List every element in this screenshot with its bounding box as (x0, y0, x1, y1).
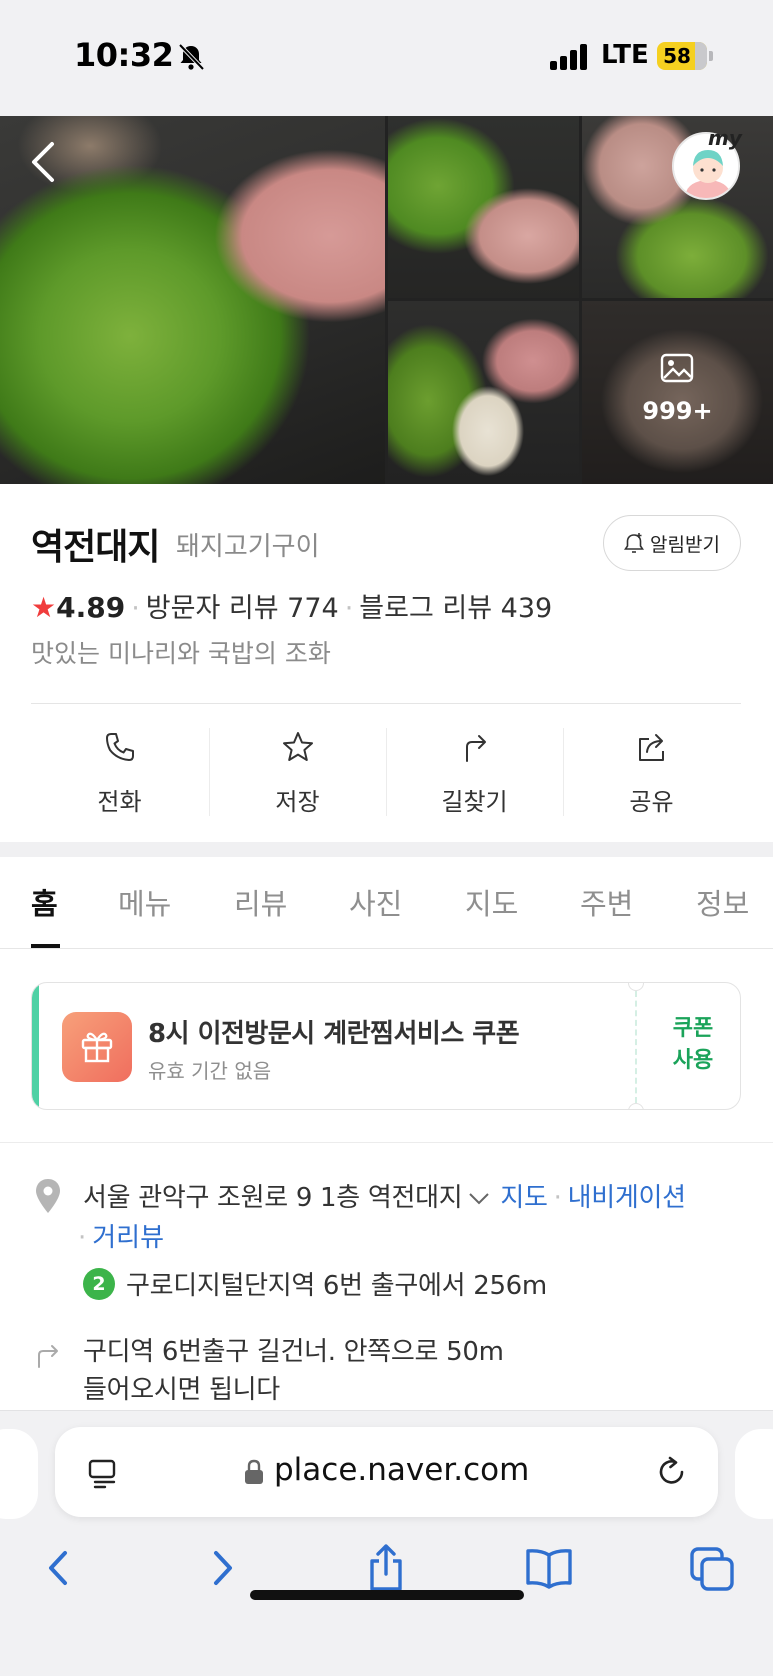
location-pin-icon (36, 1179, 60, 1213)
forward-icon[interactable] (198, 1543, 248, 1593)
tab-nearby[interactable]: 주변 (580, 881, 633, 923)
rating-row: ★4.89 · 방문자 리뷰 774 · 블로그 리뷰 439 (31, 586, 552, 625)
coupon-title: 8시 이전방문시 계란찜서비스 쿠폰 (148, 1019, 520, 1049)
place-tagline: 맛있는 미나리와 국밥의 조화 (31, 639, 331, 668)
street-view-link[interactable]: 거리뷰 (92, 1223, 164, 1253)
directions-line: 구디역 6번출구 길건너. 안쪽으로 50m (83, 1337, 504, 1367)
bell-off-icon (178, 43, 205, 71)
share-label: 공유 (629, 788, 674, 816)
url-text: place.naver.com (274, 1452, 530, 1488)
network-label: LTE (601, 40, 649, 70)
separator-dot: · (344, 593, 354, 624)
status-bar: 10:32 LTE 58 (0, 0, 773, 116)
notify-label: 알림받기 (650, 534, 720, 556)
map-link[interactable]: 지도 (500, 1183, 548, 1213)
photo-thumbnail[interactable] (582, 116, 773, 298)
share-icon (639, 734, 664, 761)
coupon-validity: 유효 기간 없음 (148, 1059, 272, 1083)
address-text: 서울 관악구 조원로 9 1층 역전대지 (83, 1183, 463, 1213)
active-tab-indicator (31, 944, 60, 948)
call-button[interactable]: 전화 (31, 704, 208, 824)
back-icon[interactable] (33, 1543, 83, 1593)
tab-photos[interactable]: 사진 (349, 881, 402, 923)
phone-icon (106, 733, 134, 761)
navigation-link[interactable]: 내비게이션 (568, 1183, 686, 1213)
tab-home[interactable]: 홈 (31, 881, 58, 923)
call-label: 전화 (97, 788, 142, 816)
tabs-icon[interactable] (688, 1543, 738, 1593)
lock-icon (245, 1459, 263, 1484)
previous-tab-preview[interactable] (0, 1429, 38, 1519)
more-photos-button[interactable]: 999+ (582, 301, 773, 484)
gift-icon (81, 1032, 113, 1063)
battery-nub (709, 51, 713, 61)
subway-info: 구로디지털단지역 6번 출구에서 256m (126, 1271, 547, 1301)
coupon-card[interactable]: 8시 이전방문시 계란찜서비스 쿠폰 유효 기간 없음 쿠폰 사용 (31, 982, 741, 1110)
reader-icon[interactable] (87, 1457, 119, 1489)
save-label: 저장 (275, 788, 320, 816)
next-tab-preview[interactable] (735, 1429, 773, 1519)
separator-dot: · (131, 593, 140, 624)
coupon-icon-tile (62, 1012, 132, 1082)
coupon-accent-bar (32, 983, 39, 1109)
coupon-dashed-divider (635, 991, 637, 1103)
place-name: 역전대지 (31, 527, 160, 568)
photo-thumbnail[interactable] (388, 301, 579, 484)
separator-dot: · (78, 1223, 87, 1253)
directions-button[interactable]: 길찾기 (386, 704, 563, 824)
back-arrow-icon[interactable] (28, 140, 58, 184)
photo-grid: 999+ (0, 116, 773, 484)
subway-line-badge: 2 (83, 1268, 115, 1300)
share-icon[interactable] (361, 1543, 411, 1593)
status-time: 10:32 (74, 36, 174, 74)
divider (0, 1142, 773, 1143)
directions-line: 들어오시면 됩니다 (83, 1375, 280, 1405)
place-category: 돼지고기구이 (176, 532, 320, 562)
profile-badge: my (708, 126, 742, 150)
save-button[interactable]: 저장 (209, 704, 386, 824)
reload-icon[interactable] (655, 1455, 689, 1489)
blog-reviews-link[interactable]: 블로그 리뷰 439 (359, 593, 552, 624)
section-divider (0, 842, 773, 857)
directions-icon (466, 735, 486, 762)
coupon-use-label: 쿠폰 (672, 1016, 714, 1041)
browser-toolbar: place.naver.com (0, 1410, 773, 1676)
tab-info[interactable]: 정보 (696, 881, 749, 923)
address-bar[interactable]: place.naver.com (55, 1427, 718, 1517)
rating-value: 4.89 (56, 591, 126, 624)
battery-icon: 58 (657, 42, 707, 70)
photo-thumbnail[interactable] (388, 116, 579, 298)
coupon-notch (628, 1103, 644, 1109)
star-icon (283, 732, 313, 761)
tab-map[interactable]: 지도 (465, 881, 518, 923)
battery-level: 58 (663, 44, 691, 68)
notify-button[interactable]: 알림받기 (603, 515, 741, 571)
photo-count: 999+ (642, 397, 713, 425)
directions-icon (38, 1345, 58, 1368)
tab-bar: 홈 메뉴 리뷰 사진 지도 주변 정보 (0, 857, 773, 949)
visitor-reviews-link[interactable]: 방문자 리뷰 774 (146, 593, 339, 624)
signal-icon (550, 44, 590, 70)
bell-plus-icon (624, 533, 644, 553)
image-icon (660, 353, 694, 383)
tab-menu[interactable]: 메뉴 (118, 881, 171, 923)
chevron-down-icon[interactable] (468, 1192, 490, 1206)
bookmarks-icon[interactable] (524, 1543, 574, 1593)
directions-description: 구디역 6번출구 길건너. 안쪽으로 50m 들어오시면 됩니다 (83, 1333, 504, 1409)
home-indicator (250, 1590, 524, 1600)
tab-reviews[interactable]: 리뷰 (234, 881, 287, 923)
address-row-2: · 거리뷰 (78, 1217, 164, 1254)
share-button[interactable]: 공유 (563, 704, 740, 824)
coupon-use-label: 사용 (672, 1048, 714, 1073)
directions-label: 길찾기 (441, 788, 508, 816)
coupon-use-button[interactable]: 쿠폰 사용 (644, 1013, 740, 1077)
rating-star-icon: ★ (31, 591, 57, 624)
address-row: 서울 관악구 조원로 9 1층 역전대지 지도 · 내비게이션 (83, 1177, 686, 1214)
separator-dot: · (553, 1183, 562, 1213)
coupon-notch (628, 983, 644, 991)
action-bar: 전화 저장 길찾기 공유 (31, 704, 741, 824)
